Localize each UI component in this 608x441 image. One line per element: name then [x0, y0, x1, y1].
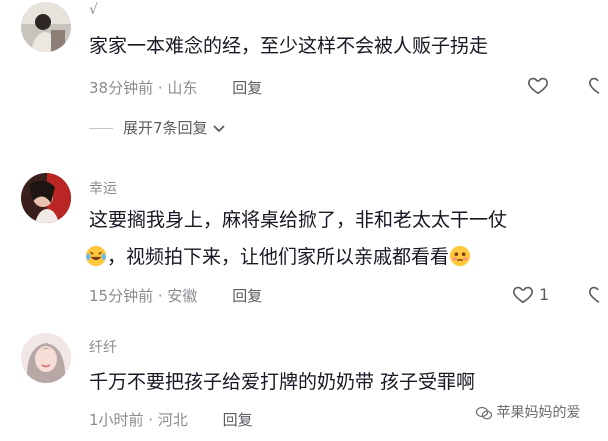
expand-replies-button[interactable]: 展开7条回复: [89, 117, 226, 138]
comment-text: 家家一本难念的经，至少这样不会被人贩子拐走: [89, 29, 488, 63]
comment-text-line: ，视频拍下来，让他们家所以亲戚都看看: [107, 246, 450, 268]
like-count: 1: [539, 285, 550, 304]
reply-button[interactable]: 回复: [232, 79, 262, 97]
reply-button[interactable]: 回复: [223, 411, 253, 429]
expand-replies-label: 展开7条回复: [123, 119, 208, 137]
flushed-face-emoji: [449, 245, 471, 267]
username[interactable]: 幸运: [89, 178, 117, 198]
comment-time: 15分钟前: [89, 287, 154, 305]
comment-text: ，视频拍下来，让他们家所以亲戚都看看: [85, 240, 471, 274]
chevron-down-icon: [213, 124, 225, 132]
comment-location: 河北: [157, 411, 188, 429]
laughing-tears-emoji: [85, 245, 107, 267]
dislike-icon[interactable]: [588, 283, 608, 305]
avatar[interactable]: [21, 333, 71, 383]
wechat-icon: [475, 406, 493, 420]
comment-meta: 38分钟前 · 山东 回复: [89, 79, 263, 97]
comment-location: 山东: [167, 79, 198, 97]
comment-text: 千万不要把孩子给爱打牌的奶奶带 孩子受罪啊: [89, 365, 475, 399]
comment-meta: 1小时前 · 河北 回复: [89, 411, 253, 429]
dislike-icon[interactable]: [588, 74, 608, 96]
username[interactable]: 纤纤: [89, 337, 117, 357]
reply-button[interactable]: 回复: [232, 287, 262, 305]
heart-outline-icon[interactable]: [527, 74, 549, 96]
avatar[interactable]: [21, 2, 71, 52]
avatar[interactable]: [21, 173, 71, 223]
comment-text-line: 家家一本难念的经，至少这样不会被人贩子拐走: [89, 35, 489, 57]
comment-text: 这要搁我身上，麻将桌给掀了，非和老太太干一仗: [89, 203, 507, 237]
comment-time: 38分钟前: [89, 79, 154, 97]
comment-text-line: 这要搁我身上，麻将桌给掀了，非和老太太干一仗: [89, 209, 508, 231]
divider: [89, 128, 113, 129]
comment-text-line: 千万不要把孩子给爱打牌的奶奶带 孩子受罪啊: [89, 371, 476, 393]
username[interactable]: √: [89, 2, 98, 18]
watermark-text: 苹果妈妈的爱: [496, 405, 581, 421]
comment-time: 1小时前: [89, 411, 144, 429]
comment-location: 安徽: [167, 287, 198, 305]
heart-outline-icon[interactable]: [512, 283, 534, 305]
comment-meta: 15分钟前 · 安徽 回复: [89, 287, 263, 305]
watermark: 苹果妈妈的爱: [475, 402, 581, 422]
